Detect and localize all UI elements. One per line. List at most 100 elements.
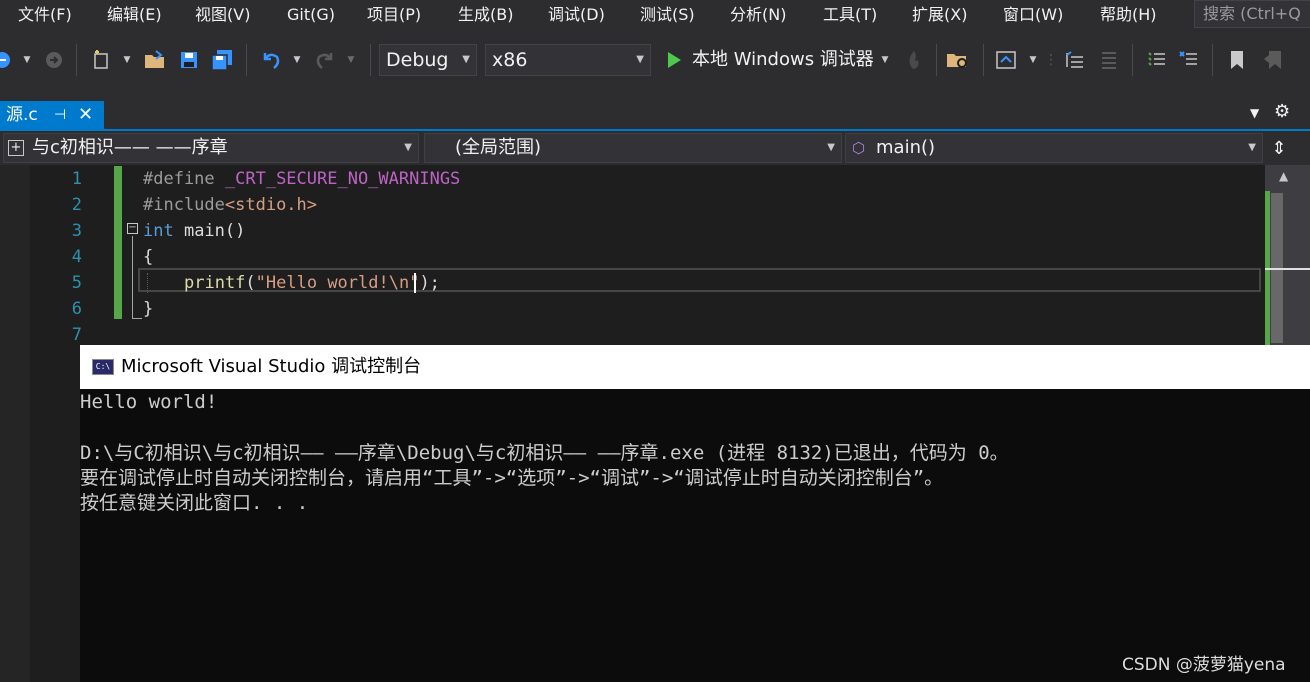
menu-test[interactable]: 测试(S)	[640, 0, 695, 30]
redo-icon[interactable]	[312, 44, 338, 76]
code-line-6: }	[143, 299, 154, 319]
menu-view[interactable]: 视图(V)	[195, 0, 250, 30]
menu-debug[interactable]: 调试(D)	[548, 0, 605, 30]
config-value: Debug	[386, 49, 449, 71]
menu-tools[interactable]: 工具(T)	[823, 0, 877, 30]
console-line: 要在调试停止时自动关闭控制台，请启用“工具”->“选项”->“调试”->“调试停…	[80, 467, 944, 489]
pin-icon[interactable]: ⊣	[54, 101, 66, 129]
line-number: 4	[71, 247, 82, 267]
forward-icon[interactable]	[44, 44, 64, 76]
hot-reload-icon[interactable]	[903, 44, 925, 76]
code-line-4: {	[143, 247, 154, 267]
console-app-icon: C:\	[92, 359, 114, 375]
redo-dropdown-icon[interactable]: ▼	[344, 44, 358, 76]
project-select[interactable]: + 与c初相识—— ——序章 ▼	[3, 133, 419, 163]
console-title: Microsoft Visual Studio 调试控制台	[121, 356, 422, 377]
view-dropdown-icon[interactable]: ▼	[1026, 44, 1040, 76]
line-number: 7	[71, 325, 82, 345]
keyword: int	[143, 221, 174, 241]
scope-value: (全局范围)	[455, 137, 542, 158]
console-title-bar[interactable]: C:\ Microsoft Visual Studio 调试控制台	[80, 345, 1310, 389]
new-item-dropdown-icon[interactable]: ▼	[120, 44, 134, 76]
document-tab-strip	[0, 90, 1310, 130]
preprocessor-directive: #define	[143, 169, 215, 189]
bookmark-icon[interactable]	[1224, 44, 1250, 76]
undo-icon[interactable]	[258, 44, 284, 76]
step-icon[interactable]	[1062, 44, 1088, 76]
tab-list-dropdown-icon[interactable]: ▼	[1250, 106, 1259, 120]
scope-select[interactable]: (全局范围) ▼	[424, 133, 842, 163]
menu-edit[interactable]: 编辑(E)	[107, 0, 162, 30]
code-line-5: printf("Hello world!\n");	[184, 273, 440, 293]
menu-extensions[interactable]: 扩展(X)	[912, 0, 967, 30]
undo-dropdown-icon[interactable]: ▼	[290, 44, 304, 76]
line-number: 6	[71, 299, 82, 319]
back-dropdown-icon[interactable]: ▼	[20, 44, 34, 76]
collapse-icon[interactable]: −	[127, 223, 138, 234]
change-indicator-bar	[114, 166, 122, 319]
find-folder-icon[interactable]	[945, 44, 971, 76]
close-icon[interactable]: ✕	[78, 101, 93, 129]
back-icon[interactable]	[0, 44, 14, 76]
include-path: <stdio.h>	[224, 195, 318, 215]
line-number: 1	[71, 169, 82, 189]
console-line: Hello world!	[80, 391, 218, 413]
save-all-icon[interactable]	[210, 44, 236, 76]
member-value: main()	[876, 137, 936, 158]
menu-build[interactable]: 生成(B)	[458, 0, 513, 30]
new-item-icon[interactable]	[90, 44, 114, 76]
member-select[interactable]: ⬡ main() ▼	[845, 133, 1263, 163]
tab-label: 源.c	[6, 105, 38, 125]
config-select[interactable]: Debug ▼	[379, 44, 477, 76]
open-folder-icon[interactable]	[143, 44, 167, 76]
line-number: 5	[71, 273, 82, 293]
indent-guide	[147, 273, 149, 293]
search-input[interactable]: 搜索 (Ctrl+Q	[1194, 0, 1310, 28]
toolbar-separator	[76, 44, 77, 76]
solution-explorer-icon[interactable]	[993, 44, 1019, 76]
save-icon[interactable]	[177, 44, 201, 76]
outline-guide	[132, 236, 133, 318]
menu-bar: 文件(F) 编辑(E) 视图(V) Git(G) 项目(P) 生成(B) 调试(…	[0, 0, 1310, 30]
toolbar-separator	[983, 44, 984, 76]
chevron-down-icon: ▼	[404, 142, 412, 153]
menu-project[interactable]: 项目(P)	[367, 0, 421, 30]
comment-icon[interactable]	[1144, 44, 1170, 76]
uncomment-icon[interactable]	[1176, 44, 1202, 76]
paren-open: (	[245, 273, 256, 293]
code-line-1: #define _CRT_SECURE_NO_WARNINGS	[143, 169, 460, 189]
gear-icon[interactable]: ⚙	[1274, 101, 1290, 122]
prev-bookmark-icon[interactable]	[1260, 44, 1286, 76]
menu-git[interactable]: Git(G)	[287, 0, 335, 30]
split-editor-icon[interactable]: ⇕	[1268, 135, 1290, 161]
toolbar-separator	[246, 44, 247, 76]
platform-select[interactable]: x86 ▼	[485, 44, 651, 76]
outline-guide-end	[132, 318, 142, 319]
run-dropdown-icon[interactable]: ▼	[878, 44, 892, 76]
start-debug-icon[interactable]	[662, 44, 686, 76]
toolbar-separator	[1212, 44, 1213, 76]
menu-analyze[interactable]: 分析(N)	[730, 0, 786, 30]
chevron-down-icon: ▼	[1248, 142, 1256, 153]
toolbar-separator	[370, 44, 371, 76]
toolbar-separator	[1132, 44, 1133, 76]
tab-source-c[interactable]: 源.c ⊣ ✕	[0, 101, 104, 129]
format-icon[interactable]	[1096, 44, 1122, 76]
menu-file[interactable]: 文件(F)	[18, 0, 72, 30]
menu-window[interactable]: 窗口(W)	[1003, 0, 1063, 30]
macro-name: _CRT_SECURE_NO_WARNINGS	[214, 169, 461, 189]
toolbar-grip-icon: ⋮	[1044, 52, 1058, 68]
preprocessor-directive: #include	[143, 195, 225, 215]
chevron-down-icon: ▼	[636, 54, 644, 65]
console-output[interactable]	[80, 389, 1310, 682]
paren-close: );	[419, 273, 440, 293]
code-line-2: #include<stdio.h>	[143, 195, 317, 215]
menu-help[interactable]: 帮助(H)	[1100, 0, 1157, 30]
scroll-up-icon[interactable]: ▲	[1279, 169, 1288, 183]
platform-value: x86	[492, 49, 528, 71]
function-signature: main()	[173, 221, 246, 241]
run-label[interactable]: 本地 Windows 调试器	[692, 44, 874, 76]
toolbar-separator	[936, 44, 937, 76]
scroll-caret-marker	[1265, 268, 1310, 270]
vertical-scrollbar[interactable]: ▲	[1265, 165, 1310, 345]
